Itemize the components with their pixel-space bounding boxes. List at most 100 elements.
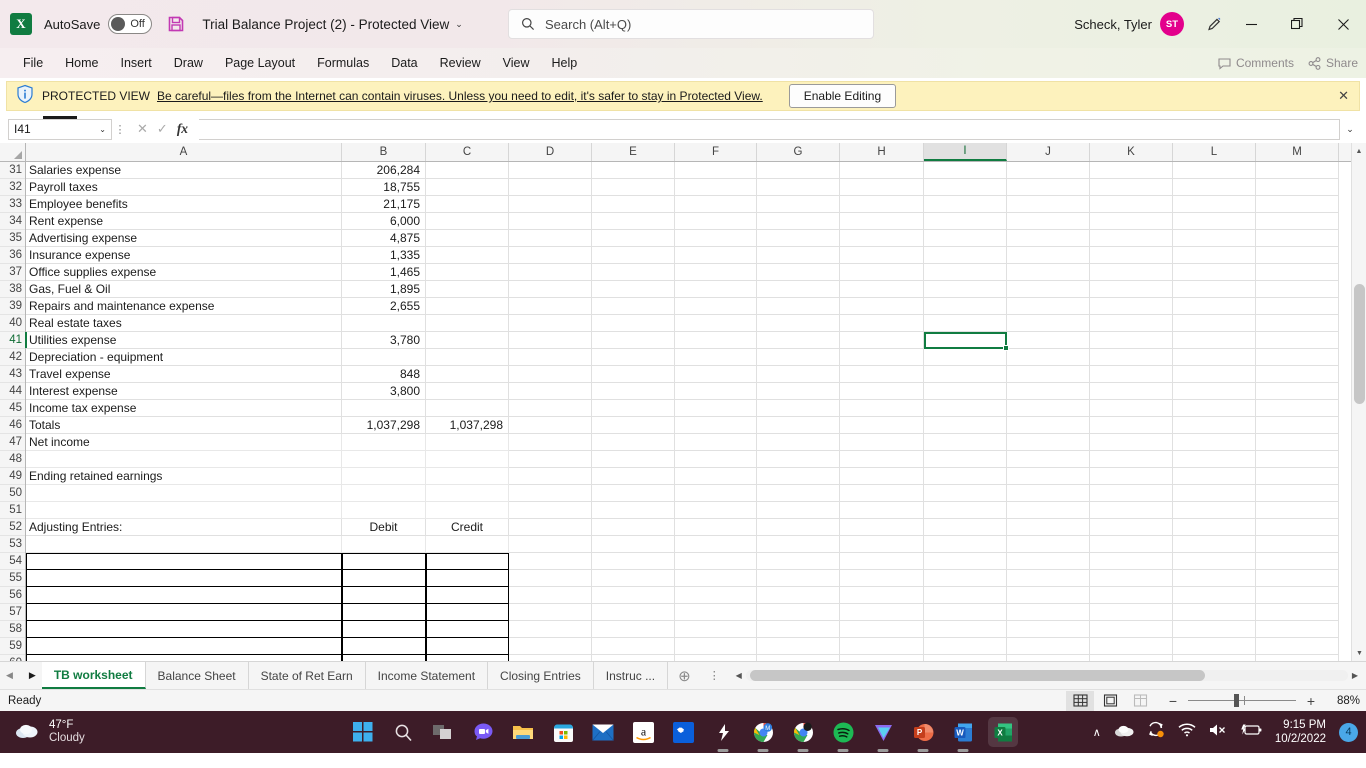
- cell-M42[interactable]: [1256, 349, 1339, 366]
- cell-E33[interactable]: [592, 196, 675, 213]
- cell-A60[interactable]: [26, 655, 342, 661]
- cell-B58[interactable]: [342, 621, 426, 638]
- add-sheet-icon[interactable]: ⊕: [668, 662, 701, 689]
- sheet-nav-first-icon[interactable]: ◀: [6, 670, 13, 681]
- cell-E31[interactable]: [592, 162, 675, 179]
- cell-H48[interactable]: [840, 451, 924, 468]
- cell-D59[interactable]: [509, 638, 592, 655]
- cell-B53[interactable]: [342, 536, 426, 553]
- cell-A58[interactable]: [26, 621, 342, 638]
- clock[interactable]: 9:15 PM 10/2/2022: [1275, 718, 1326, 747]
- cell-K33[interactable]: [1090, 196, 1173, 213]
- cell-I50[interactable]: [924, 485, 1007, 502]
- cell-D34[interactable]: [509, 213, 592, 230]
- powerpoint-icon[interactable]: P: [908, 717, 938, 747]
- cell-K44[interactable]: [1090, 383, 1173, 400]
- table-row[interactable]: Rent expense6,000: [26, 213, 1366, 230]
- cell-J55[interactable]: [1007, 570, 1090, 587]
- table-row[interactable]: [26, 451, 1366, 468]
- select-all-corner[interactable]: [0, 143, 26, 161]
- cell-B47[interactable]: [342, 434, 426, 451]
- cell-K48[interactable]: [1090, 451, 1173, 468]
- table-row[interactable]: Adjusting Entries:DebitCredit: [26, 519, 1366, 536]
- cell-G41[interactable]: [757, 332, 840, 349]
- cell-M56[interactable]: [1256, 587, 1339, 604]
- cell-D54[interactable]: [509, 553, 592, 570]
- cell-F36[interactable]: [675, 247, 757, 264]
- table-row[interactable]: [26, 587, 1366, 604]
- cell-C40[interactable]: [426, 315, 509, 332]
- cell-I34[interactable]: [924, 213, 1007, 230]
- cell-I53[interactable]: [924, 536, 1007, 553]
- cell-D53[interactable]: [509, 536, 592, 553]
- cell-J52[interactable]: [1007, 519, 1090, 536]
- grid-cells[interactable]: Salaries expense206,284Payroll taxes18,7…: [26, 162, 1366, 661]
- cell-D38[interactable]: [509, 281, 592, 298]
- cell-H34[interactable]: [840, 213, 924, 230]
- cell-J34[interactable]: [1007, 213, 1090, 230]
- cell-M31[interactable]: [1256, 162, 1339, 179]
- autosave-toggle[interactable]: Off: [108, 14, 152, 34]
- vertical-scrollbar[interactable]: ▲ ▼: [1351, 143, 1366, 661]
- ribbon-tab-home[interactable]: Home: [54, 52, 109, 74]
- row-header-60[interactable]: 60: [0, 655, 25, 661]
- cell-B41[interactable]: 3,780: [342, 332, 426, 349]
- zoom-slider-thumb[interactable]: [1234, 694, 1239, 707]
- cell-B36[interactable]: 1,335: [342, 247, 426, 264]
- cell-C39[interactable]: [426, 298, 509, 315]
- cell-M46[interactable]: [1256, 417, 1339, 434]
- cell-C53[interactable]: [426, 536, 509, 553]
- cell-J60[interactable]: [1007, 655, 1090, 661]
- hscroll-right-icon[interactable]: ▶: [1348, 671, 1362, 680]
- cell-A59[interactable]: [26, 638, 342, 655]
- restore-button[interactable]: [1274, 0, 1320, 48]
- hscroll-track[interactable]: [746, 670, 1348, 681]
- ribbon-tab-insert[interactable]: Insert: [110, 52, 163, 74]
- cell-K45[interactable]: [1090, 400, 1173, 417]
- cell-E34[interactable]: [592, 213, 675, 230]
- cell-D43[interactable]: [509, 366, 592, 383]
- cell-I48[interactable]: [924, 451, 1007, 468]
- cell-K49[interactable]: [1090, 468, 1173, 485]
- horizontal-scrollbar[interactable]: ◀ ▶: [728, 662, 1366, 689]
- onedrive-icon[interactable]: [1114, 723, 1134, 742]
- cell-G34[interactable]: [757, 213, 840, 230]
- excel-taskbar-icon[interactable]: X: [988, 717, 1018, 747]
- cell-L46[interactable]: [1173, 417, 1256, 434]
- cell-L40[interactable]: [1173, 315, 1256, 332]
- cell-L55[interactable]: [1173, 570, 1256, 587]
- cell-D40[interactable]: [509, 315, 592, 332]
- amazon-icon[interactable]: a: [628, 717, 658, 747]
- cell-E60[interactable]: [592, 655, 675, 661]
- notification-badge[interactable]: 4: [1339, 723, 1358, 742]
- cell-C56[interactable]: [426, 587, 509, 604]
- cell-K41[interactable]: [1090, 332, 1173, 349]
- cell-I33[interactable]: [924, 196, 1007, 213]
- cell-H47[interactable]: [840, 434, 924, 451]
- cell-H31[interactable]: [840, 162, 924, 179]
- cell-D58[interactable]: [509, 621, 592, 638]
- cell-B59[interactable]: [342, 638, 426, 655]
- cell-H38[interactable]: [840, 281, 924, 298]
- cell-D31[interactable]: [509, 162, 592, 179]
- cell-I56[interactable]: [924, 587, 1007, 604]
- sheet-tab-state-of-ret-earn[interactable]: State of Ret Earn: [249, 662, 366, 689]
- cell-H59[interactable]: [840, 638, 924, 655]
- column-header-e[interactable]: E: [592, 143, 675, 161]
- cell-K43[interactable]: [1090, 366, 1173, 383]
- table-row[interactable]: Employee benefits21,175: [26, 196, 1366, 213]
- mail-icon[interactable]: [588, 717, 618, 747]
- cell-L54[interactable]: [1173, 553, 1256, 570]
- cell-A45[interactable]: Income tax expense: [26, 400, 342, 417]
- cell-M47[interactable]: [1256, 434, 1339, 451]
- row-header-39[interactable]: 39: [0, 298, 25, 315]
- minimize-button[interactable]: [1228, 0, 1274, 48]
- cell-J53[interactable]: [1007, 536, 1090, 553]
- cell-F60[interactable]: [675, 655, 757, 661]
- row-header-52[interactable]: 52: [0, 519, 25, 536]
- cell-E38[interactable]: [592, 281, 675, 298]
- row-header-40[interactable]: 40: [0, 315, 25, 332]
- share-button[interactable]: Share: [1308, 56, 1358, 70]
- cell-M55[interactable]: [1256, 570, 1339, 587]
- cell-A44[interactable]: Interest expense: [26, 383, 342, 400]
